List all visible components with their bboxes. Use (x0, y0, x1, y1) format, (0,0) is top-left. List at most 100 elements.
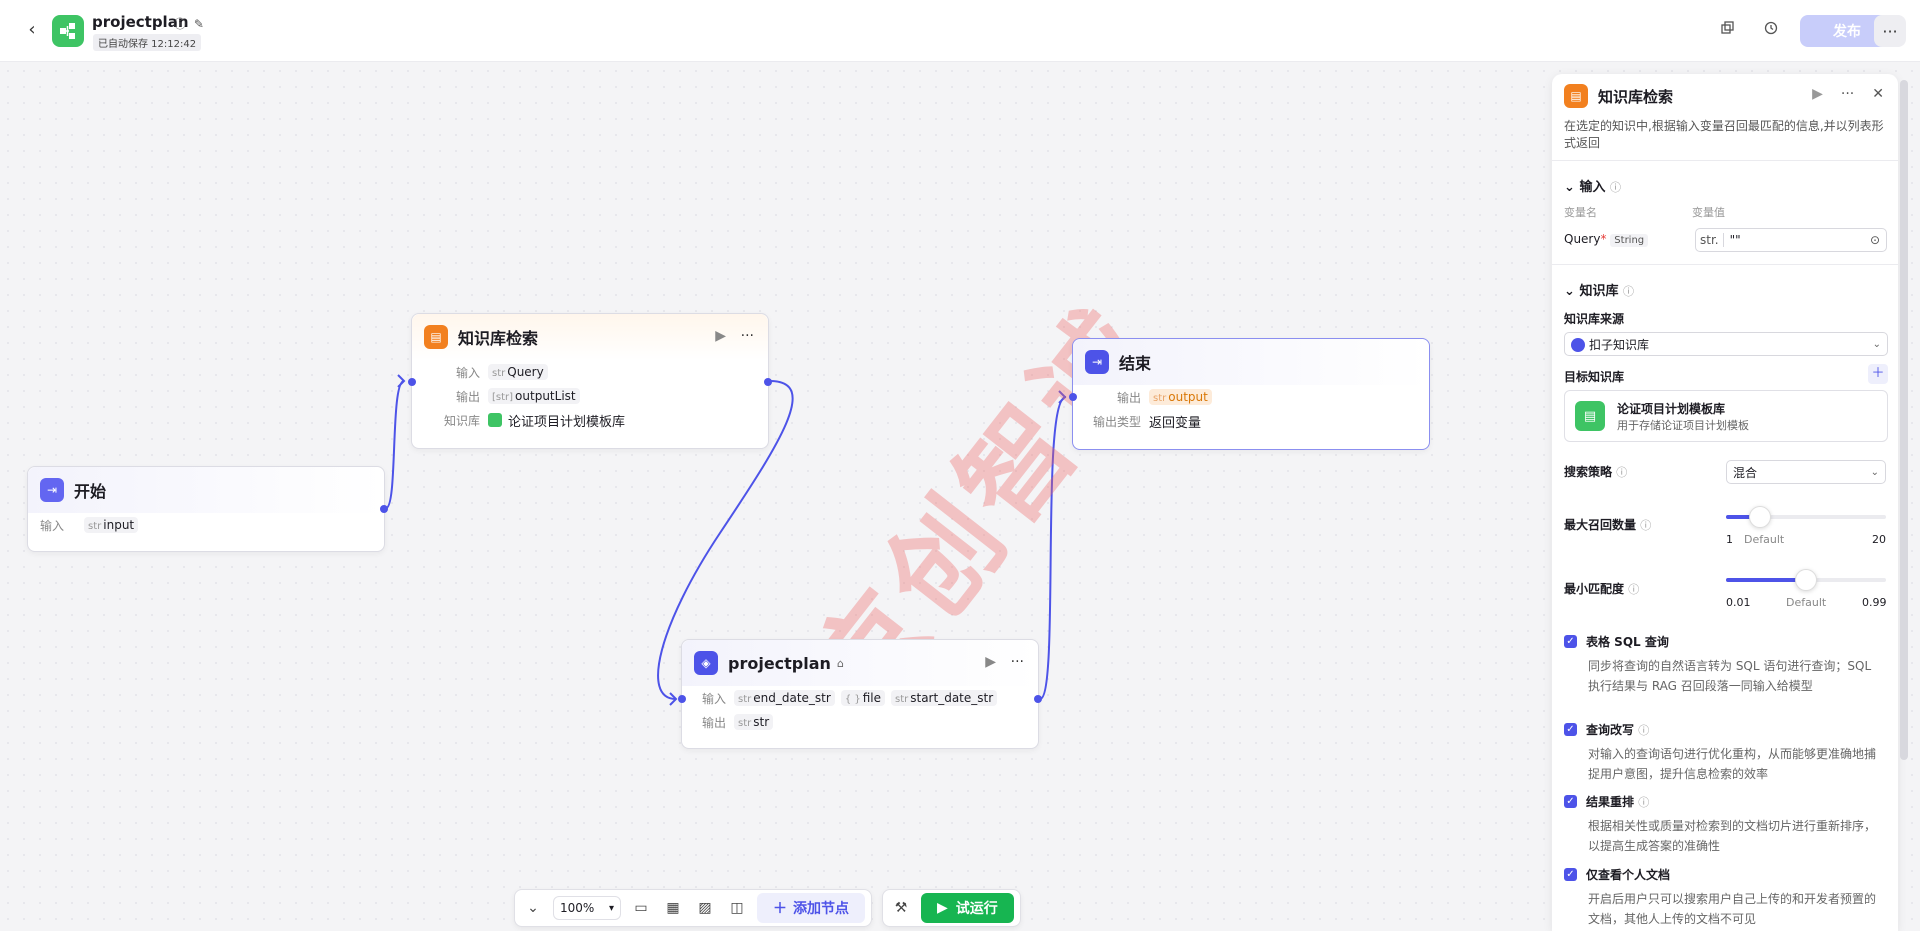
wrench-icon[interactable]: ⚒ (889, 896, 913, 920)
edit-icon[interactable]: ✎ (194, 17, 204, 31)
mouse-mode-icon[interactable]: ⌄ (521, 896, 545, 920)
input-tag: str start_date_str (891, 690, 998, 706)
query-rewrite-label: 查询改写 ⓘ (1586, 723, 1650, 737)
top-bar: ‹ projectplan ⓘ ✎ 已自动保存 12:12:42 发布 ··· (0, 0, 1920, 62)
kb-card[interactable]: ▤ 论证项目计划模板库 用于存储论证项目计划模板 (1564, 390, 1888, 442)
info-icon: ⓘ (1609, 181, 1621, 194)
chevron-down-icon: ⌄ (1564, 180, 1575, 195)
view-tools: ⌄ 100% ▾ ▭ ▦ ▨ ◫ ＋添加节点 (514, 889, 872, 927)
play-icon: ▶ (937, 900, 948, 916)
strategy-select[interactable]: 混合 ⌄ (1726, 460, 1886, 484)
node-projectplan[interactable]: ◈ projectplan ⌂ ▶ ··· 输入 str end_date_str… (678, 639, 1042, 749)
kb-source-select[interactable]: 扣子知识库 ⌄ (1564, 332, 1888, 356)
personal-docs-desc: 开启后用户只可以搜索用户自己上传的和开发者预置的文档，其他人上传的文档不可见 (1588, 892, 1877, 926)
add-kb-icon[interactable]: ＋ (1868, 364, 1888, 384)
more-icon[interactable]: ··· (741, 328, 754, 344)
input-port[interactable] (408, 378, 416, 386)
output-tag: [str] outputList (488, 388, 580, 404)
coze-icon (1571, 338, 1585, 352)
personal-docs-checkbox[interactable]: ✓ (1564, 868, 1577, 881)
node-title: 知识库检索 (458, 329, 539, 348)
min-match-min: 0.01 (1726, 596, 1751, 609)
info-icon: ⓘ (1616, 466, 1628, 479)
input-section-header[interactable]: ⌄ 输入 ⓘ (1564, 176, 1621, 195)
node-end[interactable]: ⇥ 结束 输出 str output 输出类型 返回变量 (1069, 338, 1430, 450)
node-kb-search[interactable]: ▤ 知识库检索 ▶ ··· 输入 str Query 输出 [str] outputLi… (408, 313, 772, 449)
arrow-plan (669, 692, 678, 706)
query-label: Query* String (1564, 232, 1649, 247)
variable-icon: ⊙ (1869, 233, 1880, 247)
output-port[interactable] (764, 378, 772, 386)
max-recall-default: Default (1744, 533, 1785, 546)
query-rewrite-checkbox[interactable]: ✓ (1564, 723, 1577, 736)
min-match-slider[interactable] (1726, 569, 1886, 591)
node-start[interactable]: ⇥ 开始 输入 str input (27, 466, 388, 552)
info-icon: ⓘ (1622, 285, 1634, 298)
chevron-down-icon: ▾ (608, 902, 614, 914)
run-icon[interactable]: ▶ (985, 654, 996, 670)
max-recall-slider[interactable] (1726, 506, 1886, 528)
rerank-desc: 根据相关性或质量对检索到的文档切片进行重新排序，以提高生成答案的准确性 (1588, 819, 1877, 853)
kb-item-icon (488, 413, 502, 427)
edge-plan-end (1039, 396, 1067, 700)
info-icon[interactable]: ⓘ (174, 17, 186, 31)
run-icon[interactable]: ▶ (715, 328, 726, 344)
plugin-icon: ◈ (694, 651, 718, 675)
input-port[interactable] (678, 695, 686, 703)
input-tag: { } file (840, 690, 885, 706)
kb-section-header[interactable]: ⌄ 知识库 ⓘ (1564, 280, 1634, 299)
info-icon: ⓘ (1638, 796, 1650, 809)
image-icon[interactable]: ▨ (693, 896, 717, 920)
title-icons: ⓘ ✎ (174, 15, 204, 32)
kb-icon: ▤ (1564, 84, 1588, 108)
kb-card-desc: 用于存储论证项目计划模板 (1617, 418, 1749, 432)
history-icon[interactable] (1759, 19, 1783, 43)
arrow-end (1058, 390, 1067, 404)
output-type-value: 返回变量 (1149, 415, 1202, 431)
info-icon: ⓘ (1628, 583, 1640, 596)
output-port[interactable] (380, 505, 388, 513)
kb-card-name: 论证项目计划模板库 (1617, 401, 1726, 416)
max-recall-label: 最大召回数量 ⓘ (1564, 518, 1652, 532)
info-icon: ⓘ (1640, 519, 1652, 532)
slider-knob[interactable] (1795, 569, 1817, 591)
input-tag: str Query (488, 364, 548, 380)
chevron-down-icon: ⌄ (1872, 338, 1881, 350)
kb-source-label: 知识库来源 (1564, 312, 1625, 326)
minimap-icon[interactable]: ◫ (725, 896, 749, 920)
layout-icon[interactable]: ▦ (661, 896, 685, 920)
output-type-label: 输出类型 (1092, 414, 1141, 429)
slider-knob[interactable] (1748, 506, 1771, 528)
rerank-checkbox[interactable]: ✓ (1564, 795, 1577, 808)
copy-icon[interactable] (1716, 19, 1740, 43)
node-config-panel: ▤ 知识库检索 ▶ ··· ✕ 在选定的知识中,根据输入变量召回最匹配的信息,并… (1552, 74, 1898, 931)
sql-query-desc: 同步将查询的自然语言转为 SQL 语句进行查询；SQL 执行结果与 RAG 召回… (1588, 659, 1872, 693)
more-icon[interactable]: ··· (1874, 15, 1906, 47)
input-port[interactable] (1069, 393, 1077, 401)
max-recall-max: 20 (1872, 533, 1886, 546)
close-icon[interactable]: ✕ (1872, 86, 1884, 102)
panel-scrollbar[interactable] (1900, 80, 1908, 760)
run-icon[interactable]: ▶ (1812, 86, 1823, 102)
more-icon[interactable]: ··· (1011, 654, 1024, 670)
output-port[interactable] (1034, 695, 1042, 703)
min-match-label: 最小匹配度 ⓘ (1564, 582, 1640, 596)
query-value-input[interactable]: str. "" ⊙ (1695, 228, 1887, 252)
app-logo (52, 15, 84, 47)
input-label: 输入 (701, 691, 726, 706)
sql-query-checkbox[interactable]: ✓ (1564, 635, 1577, 648)
min-match-default: Default (1786, 596, 1827, 609)
chevron-down-icon: ⌄ (1870, 466, 1879, 478)
more-icon[interactable]: ··· (1841, 86, 1854, 102)
comment-icon[interactable]: ▭ (629, 896, 653, 920)
min-match-max: 0.99 (1862, 596, 1887, 609)
add-node-button[interactable]: ＋添加节点 (757, 893, 865, 923)
bottom-toolbar: ⌄ 100% ▾ ▭ ▦ ▨ ◫ ＋添加节点 ⚒ ▶ 试运行 (514, 889, 1038, 927)
edge-start-kb (385, 380, 405, 509)
back-icon[interactable]: ‹ (22, 20, 42, 40)
zoom-select[interactable]: 100% ▾ (553, 896, 621, 920)
plus-icon: ＋ (773, 901, 787, 917)
input-tag: str end_date_str (734, 690, 835, 706)
test-run-button[interactable]: ▶ 试运行 (921, 893, 1014, 923)
personal-docs-label: 仅查看个人文档 (1586, 868, 1671, 882)
